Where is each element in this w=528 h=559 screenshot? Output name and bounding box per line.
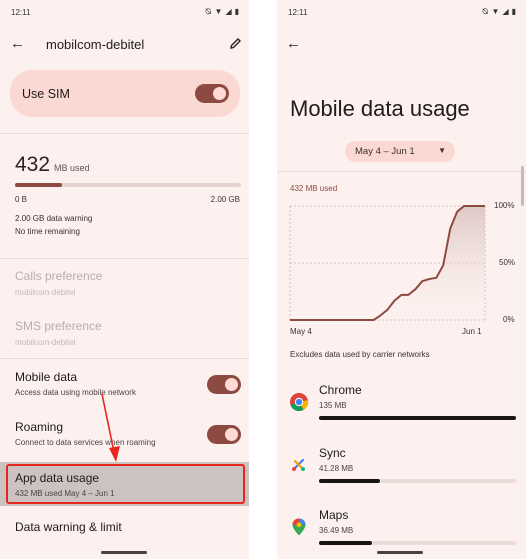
wifi-icon: ▼ [214, 7, 223, 16]
data-usage-progress-fill [15, 183, 63, 187]
data-usage-chart [289, 205, 486, 321]
app-usage-fill-maps [319, 541, 373, 545]
data-usage-progress-bar [15, 183, 241, 187]
roaming-toggle[interactable] [207, 425, 241, 444]
sms-preference-subtitle: mobilcom-debitel [15, 338, 76, 347]
mobile-data-usage-screen: 12:11 ⦰ ▼ ◢ ▮ ← Mobile data usage May 4 … [277, 0, 526, 559]
use-sim-card[interactable]: Use SIM [10, 70, 240, 117]
app-size-chrome: 135 MB [319, 401, 347, 410]
status-bar: 12:11 ⦰ ▼ ◢ ▮ [0, 0, 249, 26]
divider [0, 133, 249, 134]
divider [0, 358, 249, 359]
sync-app-icon [292, 458, 305, 471]
app-size-sync: 41.28 MB [319, 464, 354, 473]
y-tick-100: 100% [494, 201, 515, 210]
data-used-unit: MB used [54, 163, 90, 173]
data-warning-text: 2.00 GB data warning [15, 214, 93, 223]
maps-app-icon [292, 518, 306, 536]
divider [277, 171, 526, 172]
chrome-app-icon [290, 393, 309, 412]
status-time: 12:11 [11, 8, 31, 17]
app-name-chrome[interactable]: Chrome [319, 383, 362, 397]
use-sim-label: Use SIM [22, 87, 70, 101]
x-tick-start: May 4 [290, 327, 312, 336]
page-title: mobilcom-debitel [46, 37, 145, 52]
progress-max-label: 2.00 GB [210, 195, 240, 204]
gesture-navigation-bar[interactable] [101, 551, 147, 554]
app-size-maps: 36.49 MB [319, 526, 354, 535]
dnd-off-icon: ⦰ [205, 7, 212, 16]
app-name-sync[interactable]: Sync [319, 446, 346, 460]
mobile-data-toggle[interactable] [207, 375, 241, 394]
dropdown-caret-icon: ▼ [438, 146, 446, 155]
mobile-data-title[interactable]: Mobile data [15, 370, 77, 384]
signal-icon: ◢ [502, 7, 509, 16]
app-usage-fill-sync [319, 479, 381, 483]
page-title: Mobile data usage [290, 96, 470, 121]
app-usage-bar-sync [319, 479, 516, 483]
back-arrow-icon[interactable]: ← [286, 36, 301, 52]
data-used-amount: 432 [15, 153, 51, 176]
carrier-note: Excludes data used by carrier networks [290, 350, 430, 359]
signal-icon: ◢ [225, 7, 232, 16]
mobile-network-settings-screen: 12:11 ⦰ ▼ ◢ ▮ ← mobilcom-debitel Use SIM… [0, 0, 249, 559]
annotation-highlight-box [6, 464, 245, 504]
annotation-arrow-icon [101, 393, 120, 462]
calls-preference-title[interactable]: Calls preference [15, 269, 102, 283]
app-usage-bar-maps [319, 541, 516, 545]
time-remaining-text: No time remaining [15, 227, 80, 236]
x-tick-end: Jun 1 [462, 327, 482, 336]
progress-min-label: 0 B [15, 195, 28, 204]
status-bar: 12:11 ⦰ ▼ ◢ ▮ [277, 0, 526, 26]
edit-pencil-icon[interactable] [229, 37, 242, 50]
divider [0, 258, 249, 259]
roaming-title[interactable]: Roaming [15, 420, 63, 434]
roaming-subtitle: Connect to data services when roaming [15, 438, 156, 447]
use-sim-toggle[interactable] [195, 84, 229, 103]
gesture-navigation-bar[interactable] [377, 551, 423, 554]
wifi-icon: ▼ [491, 7, 500, 16]
date-range-dropdown[interactable]: May 4 – Jun 1 ▼ [345, 141, 455, 162]
status-time: 12:11 [288, 8, 308, 17]
app-name-maps[interactable]: Maps [319, 508, 348, 522]
calls-preference-subtitle: mobilcom-debitel [15, 288, 76, 297]
y-tick-50: 50% [499, 258, 516, 267]
back-arrow-icon[interactable]: ← [10, 36, 25, 52]
app-usage-fill-chrome [319, 416, 516, 420]
sms-preference-title[interactable]: SMS preference [15, 319, 102, 333]
battery-icon: ▮ [511, 7, 516, 16]
app-usage-bar-chrome [319, 416, 516, 420]
dnd-off-icon: ⦰ [482, 7, 489, 16]
y-tick-0: 0% [503, 315, 515, 324]
battery-icon: ▮ [234, 7, 239, 16]
data-warning-limit-title[interactable]: Data warning & limit [15, 520, 122, 534]
date-range-label: May 4 – Jun 1 [355, 146, 415, 157]
